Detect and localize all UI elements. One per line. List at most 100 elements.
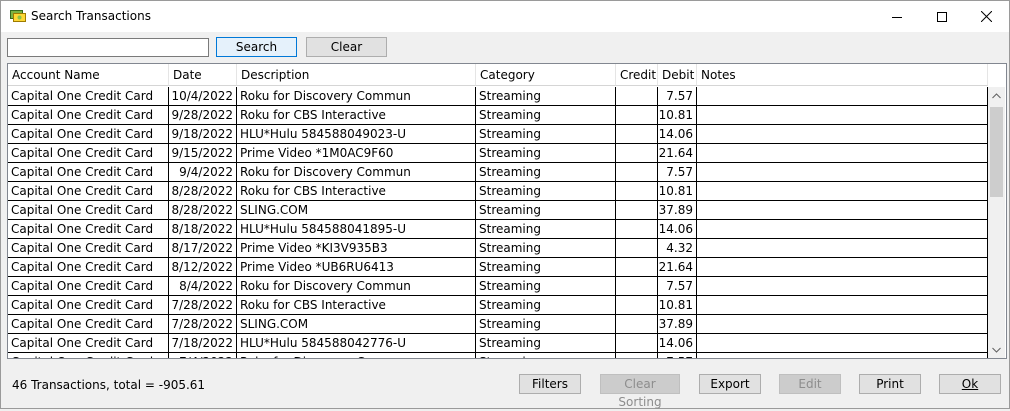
credit-cell <box>616 163 658 182</box>
table-row[interactable]: Capital One Credit Card 7/18/2022 HLU*Hulu… <box>8 334 988 353</box>
debit-cell: 7.57 <box>658 353 697 358</box>
notes-cell <box>697 220 988 239</box>
table-row[interactable]: Capital One Credit Card 7/28/2022 Roku for… <box>8 296 988 315</box>
date-cell: 9/28/2022 <box>169 106 237 125</box>
date-cell: 8/17/2022 <box>169 239 237 258</box>
table-row[interactable]: Capital One Credit Card 8/18/2022 HLU*Hulu… <box>8 220 988 239</box>
account-name-cell: Capital One Credit Card <box>8 106 169 125</box>
edit-button[interactable]: Edit <box>779 374 841 394</box>
table-row[interactable]: Capital One Credit Card 8/4/2022 Roku for … <box>8 277 988 296</box>
ok-button[interactable]: Ok <box>939 374 1001 394</box>
print-button[interactable]: Print <box>859 374 921 394</box>
credit-cell <box>616 220 658 239</box>
column-header-account-name[interactable]: Account Name <box>8 64 169 86</box>
table-row[interactable]: Capital One Credit Card 8/28/2022 SLING.CO… <box>8 201 988 220</box>
account-name-cell: Capital One Credit Card <box>8 353 169 358</box>
app-money-icon <box>10 9 26 23</box>
export-button[interactable]: Export <box>699 374 761 394</box>
transactions-grid[interactable]: Account Name Date Description Category Credi… <box>7 63 1007 359</box>
debit-cell: 7.57 <box>658 163 697 182</box>
column-header-category[interactable]: Category <box>476 64 616 86</box>
table-row[interactable]: Capital One Credit Card 9/4/2022 Roku for … <box>8 163 988 182</box>
debit-cell: 37.89 <box>658 315 697 334</box>
date-cell: 8/4/2022 <box>169 277 237 296</box>
grid-body: Capital One Credit Card 10/4/2022 Roku for… <box>8 87 988 358</box>
table-row[interactable]: Capital One Credit Card7/4/2022Roku for … <box>8 353 988 358</box>
scroll-up-icon[interactable] <box>988 87 1005 104</box>
search-button[interactable]: Search <box>216 37 297 57</box>
description-cell: Roku for CBS Interactive <box>237 106 476 125</box>
minimize-button[interactable] <box>874 1 919 32</box>
notes-cell <box>697 106 988 125</box>
table-row[interactable]: Capital One Credit Card 9/28/2022 Roku for… <box>8 106 988 125</box>
description-cell: SLING.COM <box>237 315 476 334</box>
table-row[interactable]: Capital One Credit Card 7/28/2022 SLING.CO… <box>8 315 988 334</box>
debit-cell: 4.32 <box>658 239 697 258</box>
account-name-cell: Capital One Credit Card <box>8 239 169 258</box>
column-header-description[interactable]: Description <box>237 64 476 86</box>
notes-cell <box>697 87 988 106</box>
account-name-cell: Capital One Credit Card <box>8 277 169 296</box>
date-cell: 9/15/2022 <box>169 144 237 163</box>
category-cell: Streaming <box>476 182 616 201</box>
clear-button[interactable]: Clear <box>306 37 387 57</box>
credit-cell <box>616 182 658 201</box>
notes-cell <box>697 182 988 201</box>
date-cell: 7/4/2022 <box>169 353 237 358</box>
credit-cell <box>616 334 658 353</box>
table-row[interactable]: Capital One Credit Card 8/17/2022 Prime Vi… <box>8 239 988 258</box>
close-button[interactable] <box>964 1 1009 32</box>
date-cell: 8/28/2022 <box>169 182 237 201</box>
table-row[interactable]: Capital One Credit Card 8/28/2022 Roku for… <box>8 182 988 201</box>
filters-button[interactable]: Filters <box>519 374 581 394</box>
notes-cell <box>697 201 988 220</box>
column-header-notes[interactable]: Notes <box>697 64 988 86</box>
debit-cell: 14.06 <box>658 220 697 239</box>
column-header-debit[interactable]: Debit <box>658 64 697 86</box>
debit-cell: 37.89 <box>658 201 697 220</box>
credit-cell <box>616 144 658 163</box>
table-row[interactable]: Capital One Credit Card 9/18/2022 HLU*Hulu… <box>8 125 988 144</box>
description-cell: Roku for Discovery Commun <box>237 277 476 296</box>
table-row[interactable]: Capital One Credit Card 9/15/2022 Prime Vi… <box>8 144 988 163</box>
column-header-credit[interactable]: Credit <box>616 64 658 86</box>
notes-cell <box>697 144 988 163</box>
window-title: Search Transactions <box>31 9 151 23</box>
debit-cell: 10.81 <box>658 182 697 201</box>
account-name-cell: Capital One Credit Card <box>8 220 169 239</box>
column-header-date[interactable]: Date <box>169 64 237 86</box>
credit-cell <box>616 125 658 144</box>
notes-cell <box>697 315 988 334</box>
description-cell: Roku for Discovery Commun <box>237 87 476 106</box>
credit-cell <box>616 315 658 334</box>
clear-sorting-button[interactable]: Clear Sorting <box>600 374 680 409</box>
search-input[interactable] <box>7 38 209 57</box>
title-bar[interactable]: Search Transactions <box>1 1 1009 32</box>
date-cell: 10/4/2022 <box>169 87 237 106</box>
credit-cell <box>616 239 658 258</box>
notes-cell <box>697 239 988 258</box>
status-text: 46 Transactions, total = -905.61 <box>12 378 206 392</box>
date-cell: 7/28/2022 <box>169 296 237 315</box>
table-row[interactable]: Capital One Credit Card 10/4/2022 Roku for… <box>8 87 988 106</box>
maximize-button[interactable] <box>919 1 964 32</box>
category-cell: Streaming <box>476 201 616 220</box>
category-cell: Streaming <box>476 220 616 239</box>
description-cell: HLU*Hulu 584588042776-U <box>237 334 476 353</box>
account-name-cell: Capital One Credit Card <box>8 144 169 163</box>
description-cell: Prime Video *1M0AC9F60 <box>237 144 476 163</box>
credit-cell <box>616 296 658 315</box>
scroll-down-icon[interactable] <box>988 341 1005 358</box>
date-cell: 8/28/2022 <box>169 201 237 220</box>
notes-cell <box>697 296 988 315</box>
credit-cell <box>616 353 658 358</box>
table-row[interactable]: Capital One Credit Card 8/12/2022 Prime Vi… <box>8 258 988 277</box>
date-cell: 9/18/2022 <box>169 125 237 144</box>
category-cell: Streaming <box>476 277 616 296</box>
notes-cell <box>697 258 988 277</box>
vertical-scrollbar[interactable] <box>988 87 1005 358</box>
debit-cell: 21.64 <box>658 258 697 277</box>
scroll-thumb[interactable] <box>990 107 1003 197</box>
account-name-cell: Capital One Credit Card <box>8 258 169 277</box>
debit-cell: 10.81 <box>658 106 697 125</box>
